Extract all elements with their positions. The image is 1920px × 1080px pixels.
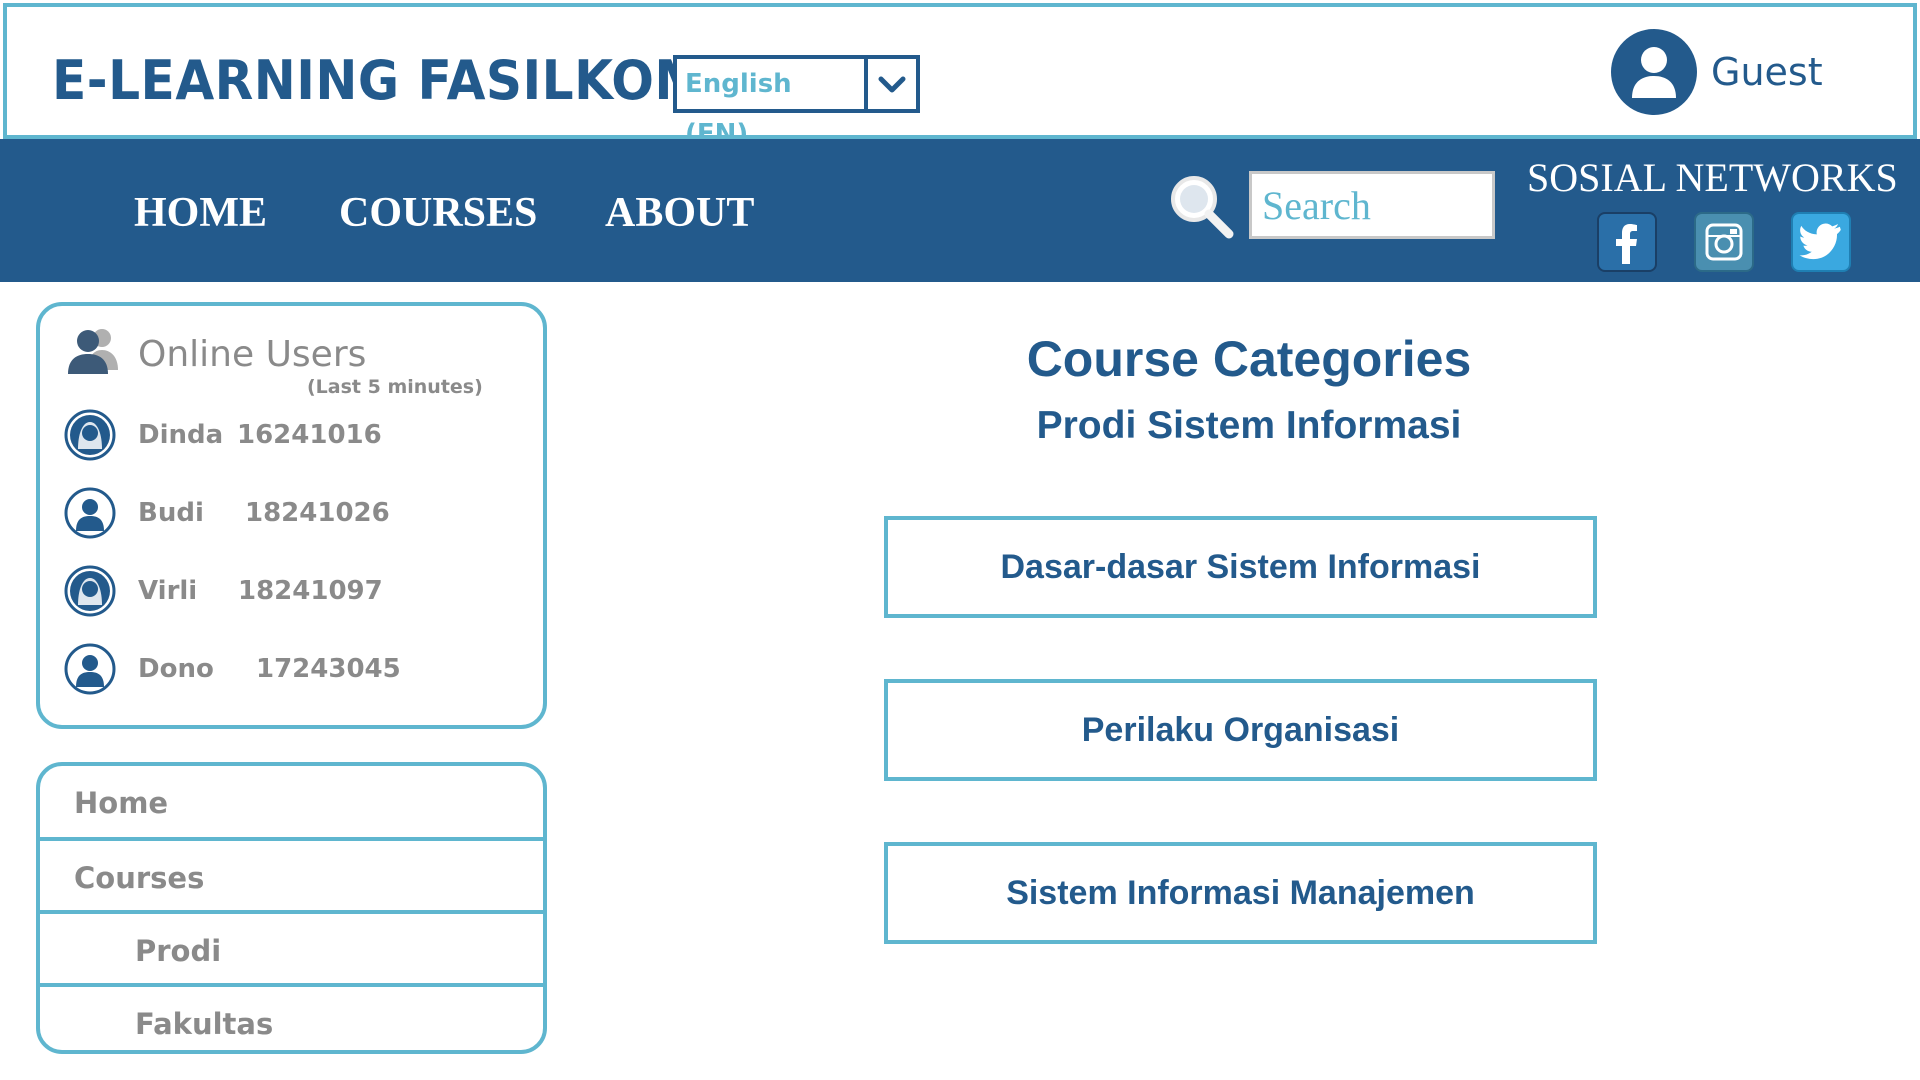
online-user-row[interactable]: Dinda 16241016 [64, 408, 382, 462]
side-nav-panel: Home Courses Prodi Fakultas [36, 762, 547, 1054]
nav-about[interactable]: ABOUT [605, 189, 754, 237]
nav-home[interactable]: HOME [134, 189, 267, 237]
page-subtitle: Prodi Sistem Informasi [1036, 404, 1462, 447]
online-users-title: Online Users [138, 334, 367, 375]
page-title: Course Categories [1026, 331, 1472, 387]
online-user-id: 18241097 [238, 576, 383, 606]
online-user-name: Dinda [138, 420, 224, 450]
side-nav-prodi[interactable]: Prodi [40, 914, 543, 987]
side-nav-fakultas[interactable]: Fakultas [40, 987, 543, 1050]
social-networks-title: SOSIAL NETWORKS [1527, 155, 1898, 200]
user-female-icon [64, 409, 116, 461]
online-user-row[interactable]: Virli 18241097 [64, 564, 383, 618]
top-header: E-LEARNING FASILKOM English (EN) Guest [3, 3, 1917, 149]
nav-courses[interactable]: COURSES [339, 189, 537, 237]
online-users-subtitle: (Last 5 minutes) [307, 376, 483, 398]
search-icon[interactable] [1166, 171, 1236, 241]
user-male-icon [64, 643, 116, 695]
online-users-panel: Online Users (Last 5 minutes) Dinda 1624… [36, 302, 547, 729]
course-category-card[interactable]: Sistem Informasi Manajemen [884, 842, 1597, 944]
online-user-row[interactable]: Dono 17243045 [64, 642, 401, 696]
twitter-icon[interactable] [1791, 212, 1851, 272]
online-user-id: 18241026 [245, 498, 390, 528]
user-avatar-icon[interactable] [1611, 29, 1697, 115]
users-group-icon [62, 326, 122, 376]
online-user-id: 17243045 [256, 654, 401, 684]
user-male-icon [64, 487, 116, 539]
online-user-row[interactable]: Budi 18241026 [64, 486, 390, 540]
user-name[interactable]: Guest [1711, 50, 1823, 94]
user-female-icon [64, 565, 116, 617]
side-nav-home[interactable]: Home [40, 766, 543, 839]
online-user-name: Virli [138, 576, 198, 606]
course-category-card[interactable]: Perilaku Organisasi [884, 679, 1597, 781]
facebook-icon[interactable] [1597, 212, 1657, 272]
online-user-id: 16241016 [237, 420, 382, 450]
chevron-down-icon[interactable] [864, 59, 916, 109]
site-title[interactable]: E-LEARNING FASILKOM [52, 49, 705, 112]
page: E-LEARNING FASILKOM English (EN) Guest H… [0, 0, 1920, 1080]
online-user-name: Dono [138, 654, 214, 684]
instagram-icon[interactable] [1694, 212, 1754, 272]
user-menu[interactable]: Guest [1611, 28, 1823, 116]
language-select-value: English (EN) [685, 69, 792, 149]
course-category-card[interactable]: Dasar-dasar Sistem Informasi [884, 516, 1597, 618]
language-select[interactable]: English (EN) [673, 55, 920, 149]
search-input[interactable] [1249, 171, 1495, 239]
side-nav-courses[interactable]: Courses [40, 841, 543, 914]
online-user-name: Budi [138, 498, 204, 528]
main-navbar: HOME COURSES ABOUT SOSIAL NETWORKS [0, 139, 1920, 282]
